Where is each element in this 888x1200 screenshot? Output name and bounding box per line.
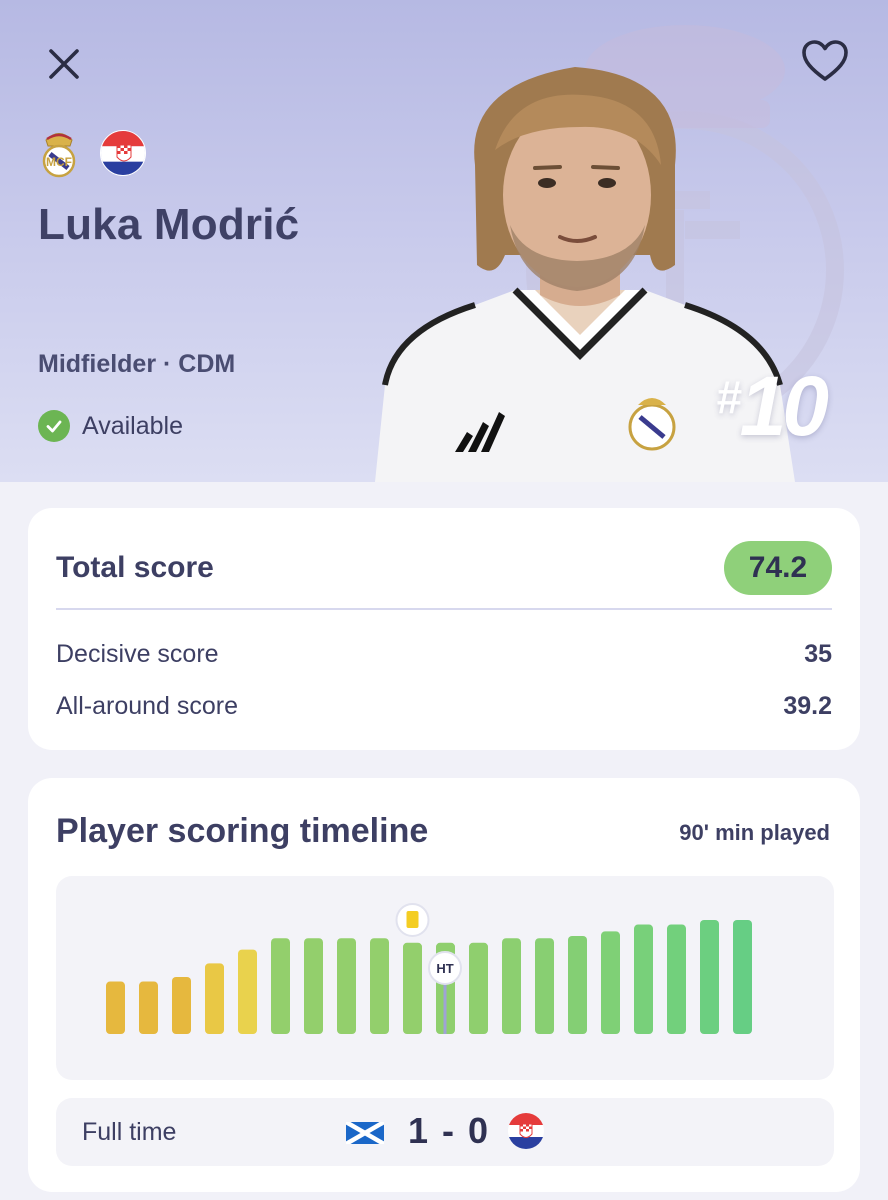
scoring-timeline-card: Player scoring timeline 90' min played H… [28, 778, 860, 1192]
halftime-label: HT [436, 961, 453, 976]
shirt-number-value: 10 [739, 359, 829, 453]
shirt-number: #10 [716, 358, 829, 455]
total-score-row: Total score 74.2 [56, 538, 832, 598]
timeline-bar [568, 935, 587, 1034]
timeline-bar [700, 920, 719, 1034]
decisive-score-label: Decisive score [56, 640, 219, 668]
allaround-score-label: All-around score [56, 692, 239, 720]
result-label: Full time [82, 1118, 177, 1146]
decisive-score-row: Decisive score 35 [56, 640, 832, 669]
availability-status: Available [38, 410, 183, 442]
status-label: Available [82, 411, 184, 440]
timeline-bar [337, 938, 356, 1034]
timeline-bar [106, 981, 125, 1034]
timeline-bar [172, 977, 191, 1034]
timeline-bar [370, 938, 389, 1034]
timeline-bar [601, 931, 620, 1034]
timeline-bar [535, 938, 554, 1034]
timeline-bar [469, 942, 488, 1034]
allaround-score-row: All-around score 39.2 [56, 692, 832, 721]
player-position: Midfielder · CDM [38, 350, 236, 378]
timeline-bar [238, 949, 257, 1034]
timeline-bar [139, 981, 158, 1034]
timeline-chart[interactable]: HT [56, 876, 834, 1080]
check-circle-icon [38, 410, 70, 442]
svg-text:MCF: MCF [46, 155, 72, 169]
timeline-bar [271, 938, 290, 1034]
timeline-bar [205, 963, 224, 1034]
timeline-bar [634, 924, 653, 1034]
decisive-score-value: 35 [804, 640, 832, 668]
croatia-flag-icon [100, 130, 146, 176]
timeline-bars: HT [106, 903, 752, 1034]
yellow-card-icon [406, 911, 419, 928]
timeline-bar [667, 924, 686, 1034]
shirt-number-hash: # [716, 371, 742, 423]
player-name: Luka Modrić [38, 200, 300, 249]
scotland-flag-icon [346, 1122, 384, 1144]
match-score: 1 - 0 [408, 1110, 491, 1151]
heart-icon [802, 40, 848, 81]
close-icon [49, 49, 79, 79]
minutes-played: 90' min played [679, 820, 830, 845]
timeline-bar [304, 938, 323, 1034]
match-result[interactable]: Full time 1 - 0 [56, 1098, 834, 1166]
timeline-bar [502, 938, 521, 1034]
real-madrid-crest-icon: MCF [42, 133, 76, 178]
timeline-bar [733, 920, 752, 1034]
close-button[interactable] [40, 40, 88, 88]
total-score-badge: 74.2 [724, 541, 832, 595]
timeline-bar [403, 942, 422, 1034]
favorite-button[interactable] [798, 36, 852, 86]
allaround-score-value: 39.2 [783, 692, 832, 720]
total-score-label: Total score [56, 551, 214, 584]
timeline-title: Player scoring timeline [56, 812, 429, 850]
player-header: MCF Luka Modrić Midfielder · CDM Availab… [0, 0, 888, 482]
croatia-flag-icon [508, 1113, 544, 1149]
score-card: Total score 74.2 Decisive score 35 All-a… [28, 508, 860, 750]
divider [56, 608, 832, 610]
